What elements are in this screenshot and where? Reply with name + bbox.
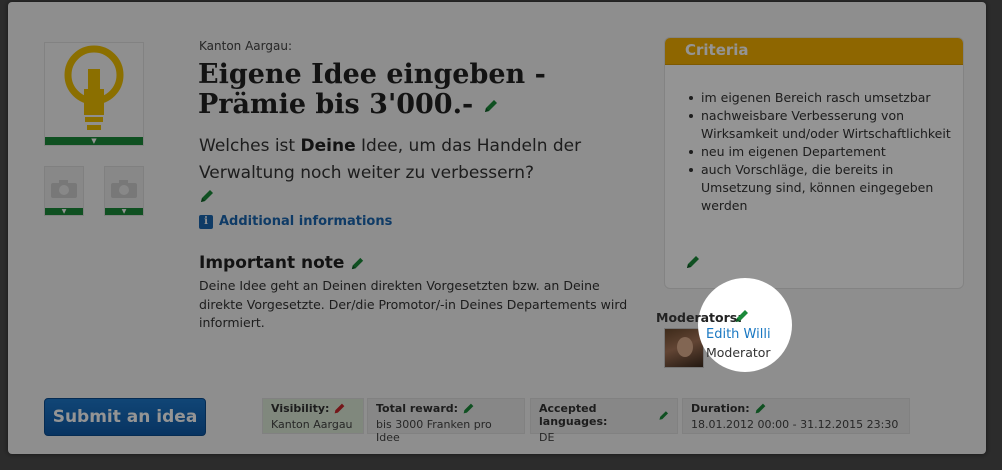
info-icon: i <box>199 214 213 229</box>
moderator-name-link[interactable]: Edith Willi <box>706 327 771 342</box>
camera-icon <box>51 180 77 198</box>
important-note-text: Deine Idee geht an Deinen direkten Vorge… <box>199 278 628 330</box>
total-reward-field: Total reward: bis 3000 Franken pro Idee <box>367 398 525 444</box>
criteria-title: Criteria <box>665 38 963 65</box>
edit-pencil-icon[interactable] <box>350 256 365 271</box>
criteria-list: im eigenen Bereich rasch umsetzbar nachw… <box>689 89 963 215</box>
visibility-field: Visibility: Kanton Aargau <box>262 398 364 434</box>
moderators-label: Moderators: <box>656 310 743 325</box>
total-reward-value: bis 3000 Franken pro Idee <box>376 418 492 444</box>
criteria-box: Criteria im eigenen Bereich rasch umsetz… <box>664 37 964 289</box>
edit-pencil-icon[interactable] <box>199 188 215 204</box>
thumbnail-menu-toggle[interactable]: ▼ <box>45 208 83 215</box>
total-reward-label: Total reward: <box>376 402 459 415</box>
important-note-heading: Important note <box>199 253 345 273</box>
image-thumbnail-1[interactable]: ▼ <box>44 166 84 216</box>
image-thumbnail-2[interactable]: ▼ <box>104 166 144 216</box>
moderator-role: Moderator <box>706 345 771 360</box>
criteria-item: neu im eigenen Departement <box>689 143 963 161</box>
important-note-title: Important note <box>199 253 365 273</box>
criteria-item: auch Vorschläge, die bereits in Umsetzun… <box>689 161 963 215</box>
duration-value: 18.01.2012 00:00 - 31.12.2015 23:30 <box>691 418 899 431</box>
image-menu-toggle[interactable]: ▼ <box>45 137 143 145</box>
submit-idea-button[interactable]: Submit an idea <box>44 398 206 436</box>
edit-pencil-icon[interactable] <box>754 402 767 415</box>
duration-field: Duration: 18.01.2012 00:00 - 31.12.2015 … <box>682 398 910 434</box>
additional-info-link[interactable]: i Additional informations <box>199 214 392 229</box>
idea-image[interactable]: ▼ <box>44 42 144 146</box>
thumbnail-menu-toggle[interactable]: ▼ <box>105 208 143 215</box>
idea-dialog: ▼ ▼ ▼ Kanton Aargau: Eigene Idee eingebe… <box>8 2 986 454</box>
camera-icon <box>111 180 137 198</box>
lightbulb-icon <box>64 45 124 130</box>
organisation-label: Kanton Aargau: <box>199 39 292 53</box>
edit-pencil-icon[interactable] <box>685 254 701 270</box>
edit-pencil-icon[interactable] <box>483 98 499 114</box>
criteria-item: im eigenen Bereich rasch umsetzbar <box>689 89 963 107</box>
edit-pencil-icon[interactable] <box>333 402 346 415</box>
visibility-value: Kanton Aargau <box>271 418 353 431</box>
accepted-languages-label: Accepted languages: <box>539 402 608 428</box>
edit-pencil-icon[interactable] <box>734 308 750 324</box>
idea-question: Welches ist Deine Idee, um das Handeln d… <box>199 133 619 187</box>
duration-label: Duration: <box>691 402 750 415</box>
edit-pencil-icon[interactable] <box>658 409 669 422</box>
question-text-bold: Deine <box>300 136 356 156</box>
page-title: Eigene Idee eingeben - Prämie bis 3'000.… <box>198 60 638 120</box>
accepted-languages-field: Accepted languages: DE <box>530 398 678 444</box>
question-text-start: Welches ist <box>199 136 301 156</box>
visibility-label: Visibility: <box>271 402 330 415</box>
edit-pencil-icon[interactable] <box>462 402 475 415</box>
accepted-languages-value: DE <box>539 431 555 444</box>
criteria-item: nachweisbare Verbesserung von Wirksamkei… <box>689 107 963 143</box>
additional-info-label: Additional informations <box>219 214 393 229</box>
